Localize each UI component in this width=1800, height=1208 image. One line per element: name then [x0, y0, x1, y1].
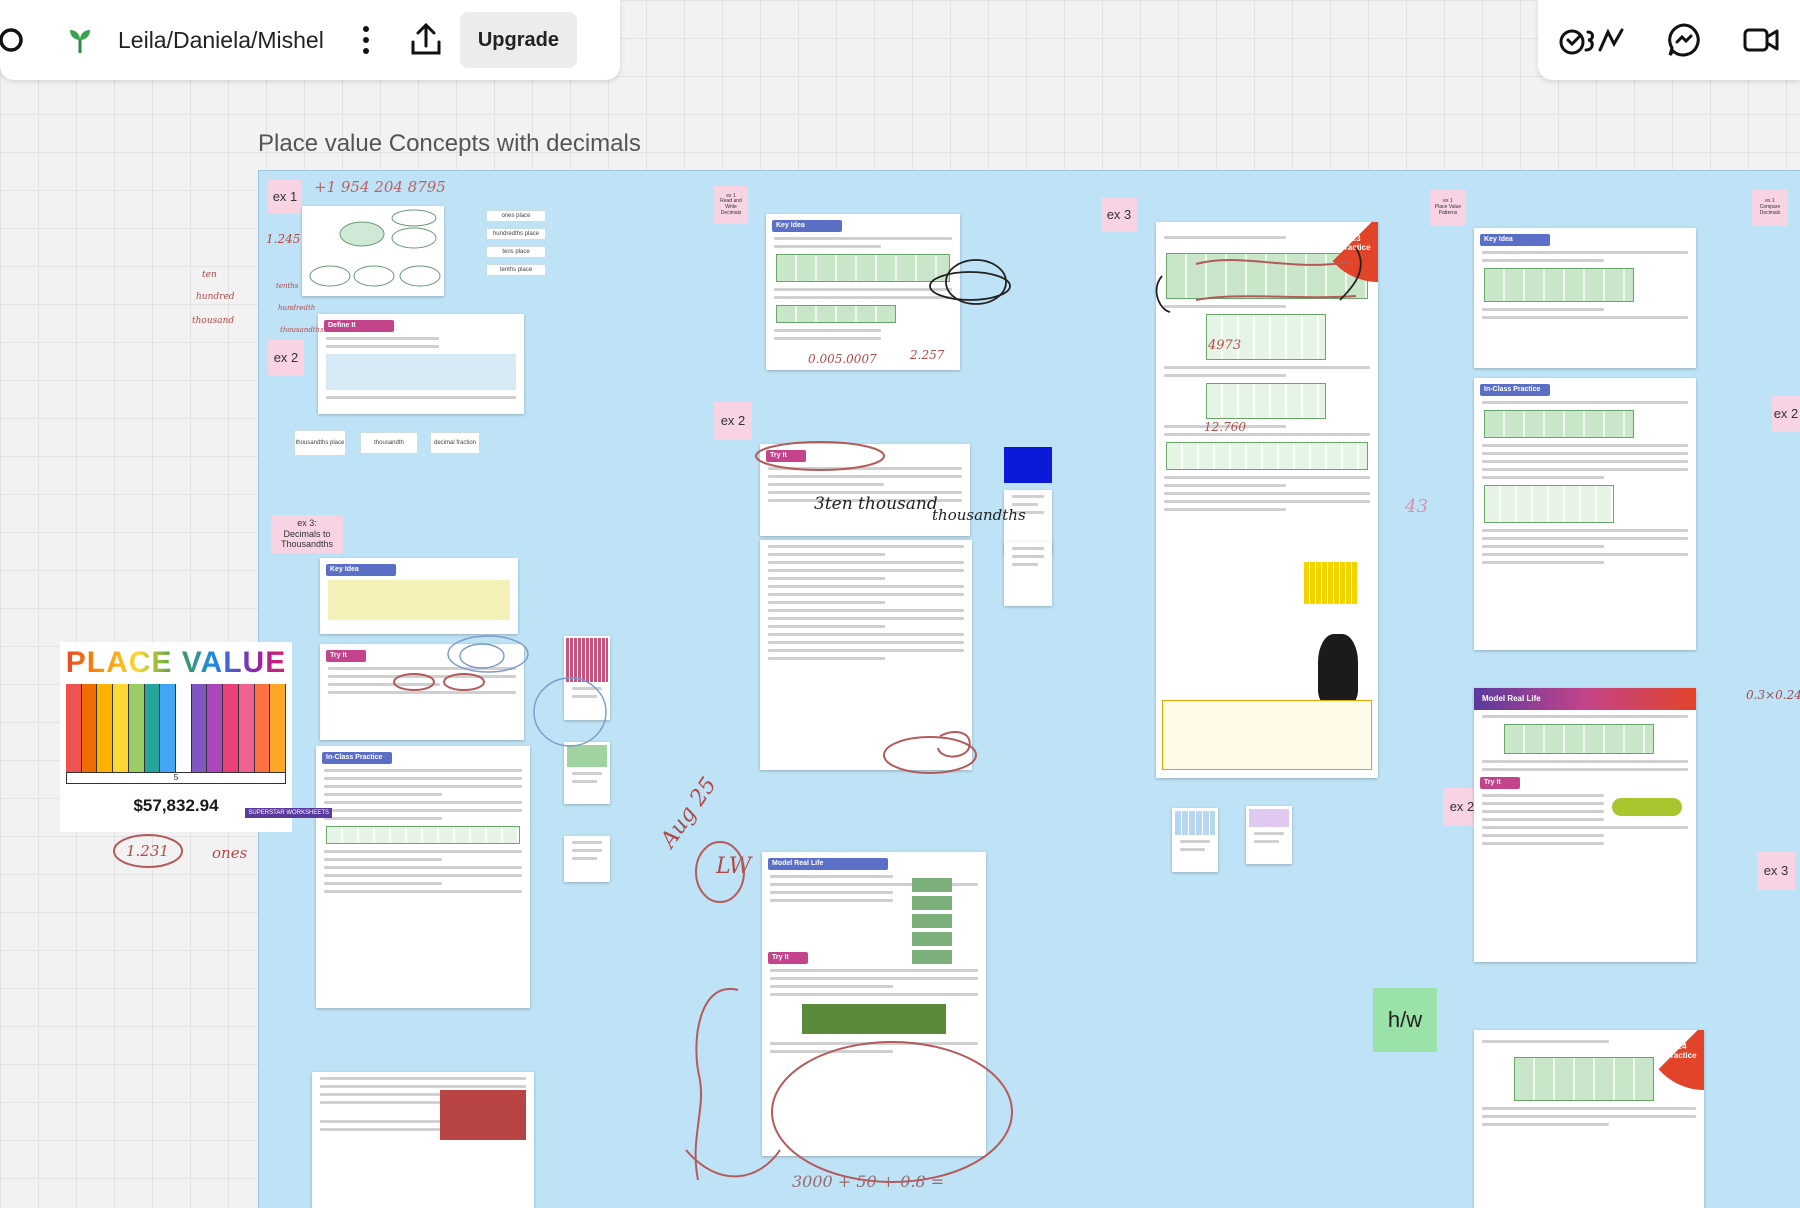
thumbnail-blue-slide[interactable]	[1004, 447, 1052, 483]
annotation-hundred: hundred	[196, 292, 235, 302]
try-it-header-2: Try It	[766, 450, 806, 462]
annotation-initials: LW	[716, 854, 752, 879]
annotation-005: 0.005.0007	[808, 352, 877, 366]
thumbnail-chart-sheet[interactable]	[564, 742, 610, 804]
model-real-life-header-2: Model Real Life	[1482, 694, 1541, 703]
try-it-header-3: Try It	[768, 952, 808, 964]
worksheet-vocab-map[interactable]	[302, 206, 444, 296]
superstar-badge: SUPERSTAR WORKSHEETS	[245, 808, 332, 818]
try-it-header: Try It	[326, 650, 366, 662]
annotation-circled-1231: 1.231	[126, 842, 169, 860]
sticky-ex3-decimals[interactable]: ex 3: Decimals to Thousandths	[271, 515, 343, 553]
key-idea-header-3: Key Idea	[1480, 234, 1550, 246]
card-thousandths-place[interactable]: thousandths place	[294, 430, 346, 456]
key-idea-header-2: Key Idea	[772, 220, 842, 232]
model-real-life-header: Model Real Life	[768, 858, 888, 870]
upgrade-button[interactable]: Upgrade	[459, 12, 577, 68]
vocab-ones-place[interactable]: ones place	[486, 210, 546, 222]
annotation-1245: 1.245	[266, 232, 301, 246]
annotation-phone: +1 954 204 8795	[314, 178, 446, 196]
place-value-columns	[66, 684, 287, 772]
vocab-word-list: ones place hundredths place tens place t…	[486, 210, 546, 276]
chat-icon[interactable]	[1664, 20, 1704, 60]
collaboration-toolbar	[1538, 0, 1800, 80]
place-value-title: PLACE VALUE	[60, 646, 292, 680]
key-idea-header: Key Idea	[326, 564, 396, 576]
worksheet-puzzle-example[interactable]	[312, 1072, 534, 1208]
thumbnail-notes-2[interactable]	[1004, 542, 1052, 606]
worksheet-key-idea-patterns[interactable]: Key Idea	[1474, 228, 1696, 368]
try-it-header-4: Try It	[1480, 777, 1520, 789]
sticky-ex1-patterns[interactable]: ex 1 Place Value Patterns	[1430, 190, 1466, 226]
worksheet-model-real-life-mid[interactable]: Model Real Life Try It	[762, 852, 986, 1156]
define-it-header: Define It	[324, 320, 394, 332]
vocab-hundredths-place[interactable]: hundredths place	[486, 228, 546, 240]
worksheet-try-it-fractions[interactable]: Try It	[320, 644, 524, 740]
annotation-12760: 12.760	[1204, 420, 1246, 434]
worksheet-key-idea-place-value[interactable]: Key Idea	[766, 214, 960, 370]
sticky-ex2-left[interactable]: ex 2	[268, 340, 304, 376]
practice-1-4-label: 1.4 Practice	[1665, 1042, 1697, 1060]
worksheet-define-it[interactable]: Define It	[318, 314, 524, 414]
place-value-digits: 5	[66, 772, 286, 784]
vocab-tens-place[interactable]: tens place	[486, 246, 546, 258]
thumbnail-table-sheet[interactable]	[1172, 808, 1218, 872]
card-thousandth[interactable]: thousandth	[360, 432, 418, 454]
sticky-ex1-compare[interactable]: ex 1 Compare Decimals	[1752, 190, 1788, 226]
sticky-ex2-mid[interactable]: ex 2	[714, 402, 752, 440]
annotation-ten-thousand: 3ten thousand	[814, 494, 938, 514]
worksheet-in-class-practice-right[interactable]: In-Class Practice	[1474, 378, 1696, 650]
worksheet-model-real-life-right[interactable]: Model Real Life Try It	[1474, 688, 1696, 962]
board-toolbar: Leila/Daniela/Mishel Upgrade	[0, 0, 620, 80]
practice-1-3-label: 1.3 Practice	[1339, 234, 1371, 252]
worksheet-practice-mid[interactable]	[760, 540, 972, 770]
worksheet-in-class-practice-left[interactable]: In-Class Practice	[316, 746, 530, 1008]
annotation-0-3x0-24: 0.3×0.24	[1746, 688, 1800, 702]
more-vertical-icon[interactable]	[346, 20, 386, 60]
thumbnail-compare-sheet[interactable]	[1246, 806, 1292, 864]
sticky-ex3-top[interactable]: ex 3	[1101, 198, 1137, 232]
annotation-thousand: thousand	[192, 316, 235, 326]
video-call-icon[interactable]	[1741, 20, 1781, 60]
sticky-homework[interactable]: h/w	[1373, 988, 1437, 1052]
miro-plant-icon[interactable]	[60, 20, 100, 60]
annotation-equation: 3000 + 50 + 0.8 =	[792, 1172, 945, 1191]
board-name[interactable]: Leila/Daniela/Mishel	[118, 27, 324, 54]
annotation-ones: ones	[212, 844, 248, 862]
annotation-tenths: tenths	[276, 282, 299, 290]
frame-title[interactable]: Place value Concepts with decimals	[258, 130, 641, 158]
sticky-ex1-read-write[interactable]: ex 1 Read and Write Decimals	[714, 186, 748, 224]
worksheet-key-idea-fractions[interactable]: Key Idea	[320, 558, 518, 634]
sticky-ex3-bottom[interactable]: ex 3	[1757, 852, 1795, 890]
annotation-thousandths: thousandths	[280, 326, 324, 334]
place-value-chart[interactable]: PLACE VALUE 5 $57,832.94 SUPERSTAR WORKS…	[60, 642, 332, 832]
status-ring-icon[interactable]	[0, 20, 34, 60]
annotation-43: 43	[1405, 496, 1428, 517]
in-class-practice-header: In-Class Practice	[322, 752, 392, 764]
annotation-hundredth: hundredth	[278, 304, 316, 312]
in-class-practice-header-2: In-Class Practice	[1480, 384, 1550, 396]
annotation-ten: ten	[202, 270, 217, 280]
vocab-tenths-place[interactable]: tenths place	[486, 264, 546, 276]
annotation-4973: 4973	[1208, 338, 1242, 353]
sticky-ex1[interactable]: ex 1	[268, 180, 302, 214]
sticky-ex2-far[interactable]: ex 2	[1772, 396, 1800, 432]
share-upload-icon[interactable]	[406, 20, 446, 60]
annotation-thousandths-ink: thousandths	[932, 506, 1026, 524]
annotation-2257: 2.257	[910, 348, 945, 362]
card-decimal-fraction[interactable]: decimal fraction	[430, 432, 480, 454]
worksheet-1-3-practice[interactable]: 1.3 Practice	[1156, 222, 1378, 778]
worksheet-1-4-practice[interactable]: 1.4 Practice	[1474, 1030, 1704, 1208]
reactions-icon[interactable]	[1557, 20, 1627, 60]
thumbnail-text-sheet[interactable]	[564, 836, 610, 882]
thumbnail-grid-sheet[interactable]	[564, 636, 610, 720]
